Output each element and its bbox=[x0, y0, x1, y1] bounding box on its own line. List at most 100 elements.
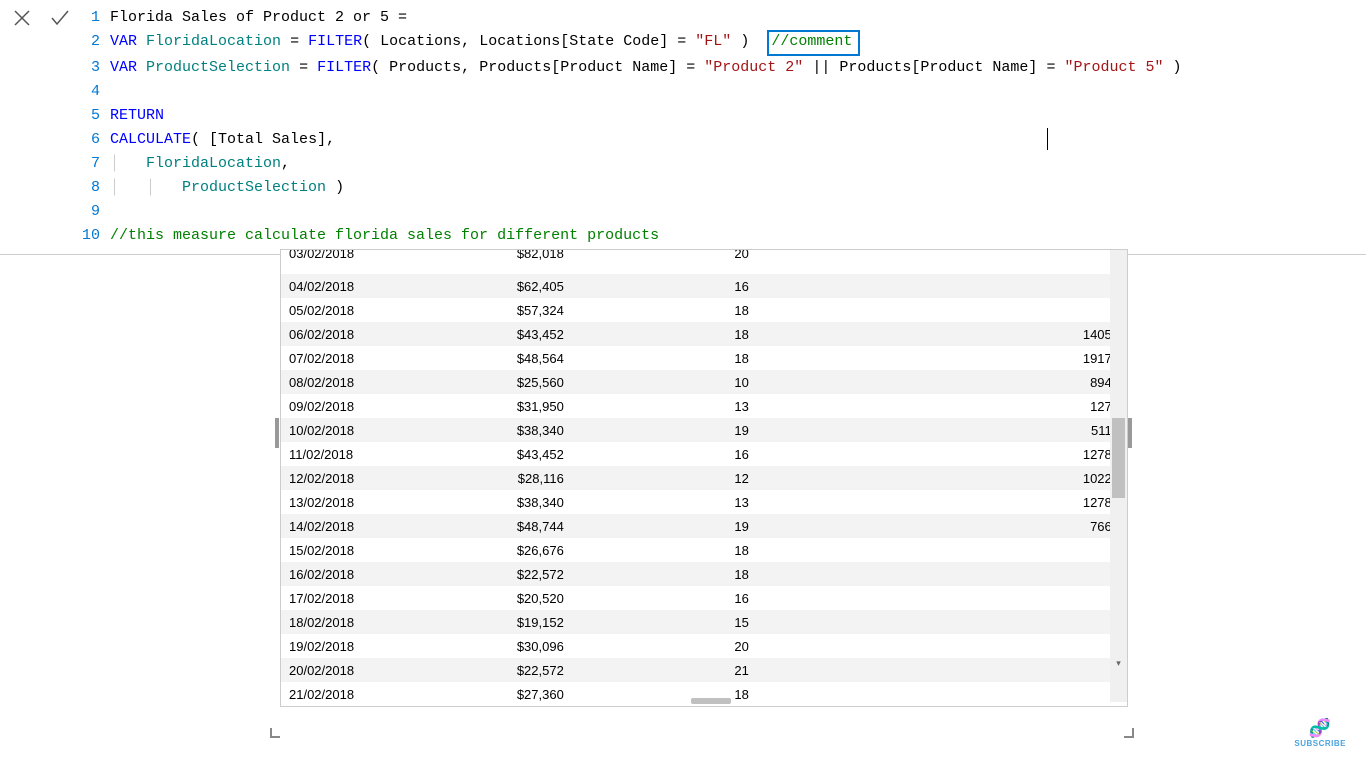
table-row[interactable]: 03/02/2018$82,01820 bbox=[281, 250, 1127, 274]
cell-date: 11/02/2018 bbox=[281, 442, 426, 466]
cell-qty: 13 bbox=[572, 394, 757, 418]
cell-date: 13/02/2018 bbox=[281, 490, 426, 514]
cell-amount bbox=[995, 538, 1127, 562]
cell-spacer bbox=[757, 274, 995, 298]
cell-date: 17/02/2018 bbox=[281, 586, 426, 610]
cell-date: 06/02/2018 bbox=[281, 322, 426, 346]
line-number: 10 bbox=[82, 224, 110, 248]
table-row[interactable]: 19/02/2018$30,09620 bbox=[281, 634, 1127, 658]
cell-sales: $30,096 bbox=[426, 634, 571, 658]
cell-qty: 10 bbox=[572, 370, 757, 394]
cell-amount: 14058 bbox=[995, 322, 1127, 346]
data-table: 03/02/2018$82,0182004/02/2018$62,4051605… bbox=[281, 250, 1127, 706]
cell-sales: $48,564 bbox=[426, 346, 571, 370]
cell-amount: 19170 bbox=[995, 346, 1127, 370]
table-locations: Locations bbox=[380, 33, 461, 50]
cell-sales: $43,452 bbox=[426, 322, 571, 346]
table-row[interactable]: 08/02/2018$25,560108946 bbox=[281, 370, 1127, 394]
line-number: 5 bbox=[82, 104, 110, 128]
cell-sales: $20,520 bbox=[426, 586, 571, 610]
cell-amount: 12780 bbox=[995, 442, 1127, 466]
cell-amount bbox=[995, 562, 1127, 586]
cell-sales: $31,950 bbox=[426, 394, 571, 418]
resize-handle-left[interactable] bbox=[275, 418, 279, 448]
horizontal-scrollbar-thumb[interactable] bbox=[691, 698, 731, 704]
cell-spacer bbox=[757, 442, 995, 466]
cell-qty: 18 bbox=[572, 298, 757, 322]
cell-date: 12/02/2018 bbox=[281, 466, 426, 490]
table-row[interactable]: 11/02/2018$43,4521612780 bbox=[281, 442, 1127, 466]
table-visual[interactable]: 03/02/2018$82,0182004/02/2018$62,4051605… bbox=[280, 249, 1128, 707]
dax-code-editor[interactable]: 1 Florida Sales of Product 2 or 5 = 2 VA… bbox=[82, 0, 1366, 254]
line-number: 8 bbox=[82, 176, 110, 200]
table-row[interactable]: 10/02/2018$38,340195112 bbox=[281, 418, 1127, 442]
cell-date: 20/02/2018 bbox=[281, 658, 426, 682]
commit-button[interactable] bbox=[50, 8, 70, 28]
cancel-button[interactable] bbox=[12, 8, 32, 28]
scrollbar-thumb[interactable] bbox=[1112, 418, 1125, 498]
cell-sales: $28,116 bbox=[426, 466, 571, 490]
table-row[interactable]: 13/02/2018$38,3401312780 bbox=[281, 490, 1127, 514]
cell-date: 15/02/2018 bbox=[281, 538, 426, 562]
table-row[interactable]: 15/02/2018$26,67618 bbox=[281, 538, 1127, 562]
cell-amount bbox=[995, 658, 1127, 682]
table-row[interactable]: 16/02/2018$22,57218 bbox=[281, 562, 1127, 586]
cell-amount: 5112 bbox=[995, 418, 1127, 442]
cell-date: 19/02/2018 bbox=[281, 634, 426, 658]
cell-qty: 18 bbox=[572, 562, 757, 586]
cell-qty: 20 bbox=[572, 250, 757, 274]
horizontal-scrollbar[interactable] bbox=[281, 696, 1110, 706]
table-row[interactable]: 07/02/2018$48,5641819170 bbox=[281, 346, 1127, 370]
cell-date: 14/02/2018 bbox=[281, 514, 426, 538]
arg-product: ProductSelection bbox=[182, 179, 326, 196]
cell-amount: 10224 bbox=[995, 466, 1127, 490]
subscribe-badge: 🧬 SUBSCRIBE bbox=[1294, 718, 1346, 748]
vertical-scrollbar[interactable] bbox=[1110, 250, 1127, 702]
cell-amount bbox=[995, 250, 1127, 274]
col-product-name-1: Products[Product Name] bbox=[479, 59, 677, 76]
resize-corner-bottom-left[interactable] bbox=[270, 728, 280, 738]
text-cursor bbox=[1047, 128, 1048, 150]
table-row[interactable]: 20/02/2018$22,57221 bbox=[281, 658, 1127, 682]
cell-amount bbox=[995, 634, 1127, 658]
var-product: ProductSelection bbox=[146, 59, 290, 76]
table-row[interactable]: 17/02/2018$20,52016 bbox=[281, 586, 1127, 610]
cell-date: 18/02/2018 bbox=[281, 610, 426, 634]
table-row[interactable]: 09/02/2018$31,95013 1278 bbox=[281, 394, 1127, 418]
line-number: 9 bbox=[82, 200, 110, 224]
cell-qty: 16 bbox=[572, 442, 757, 466]
inline-comment: //comment bbox=[771, 33, 852, 50]
cell-sales: $57,324 bbox=[426, 298, 571, 322]
cell-date: 09/02/2018 bbox=[281, 394, 426, 418]
dna-icon: 🧬 bbox=[1294, 718, 1346, 739]
resize-corner-bottom-right[interactable] bbox=[1124, 728, 1134, 738]
subscribe-label: SUBSCRIBE bbox=[1294, 739, 1346, 748]
line-number: 2 bbox=[82, 30, 110, 56]
cell-spacer bbox=[757, 538, 995, 562]
line-number: 4 bbox=[82, 80, 110, 104]
cell-qty: 16 bbox=[572, 586, 757, 610]
cell-spacer bbox=[757, 298, 995, 322]
cell-sales: $26,676 bbox=[426, 538, 571, 562]
table-row[interactable]: 12/02/2018$28,1161210224 bbox=[281, 466, 1127, 490]
cell-spacer bbox=[757, 610, 995, 634]
table-row[interactable]: 06/02/2018$43,4521814058 bbox=[281, 322, 1127, 346]
val-product2: "Product 2" bbox=[704, 59, 803, 76]
cell-spacer bbox=[757, 394, 995, 418]
val-product5: "Product 5" bbox=[1064, 59, 1163, 76]
cell-qty: 18 bbox=[572, 346, 757, 370]
cell-qty: 16 bbox=[572, 274, 757, 298]
table-row[interactable]: 04/02/2018$62,40516 bbox=[281, 274, 1127, 298]
table-row[interactable]: 05/02/2018$57,32418 bbox=[281, 298, 1127, 322]
formula-actions bbox=[0, 0, 82, 254]
resize-handle-right[interactable] bbox=[1128, 418, 1132, 448]
table-row[interactable]: 14/02/2018$48,744197668 bbox=[281, 514, 1127, 538]
cell-sales: $19,152 bbox=[426, 610, 571, 634]
table-row[interactable]: 18/02/2018$19,15215 bbox=[281, 610, 1127, 634]
cell-amount bbox=[995, 274, 1127, 298]
arg-florida: FloridaLocation bbox=[146, 155, 281, 172]
col-product-name-2: Products[Product Name] bbox=[839, 59, 1037, 76]
cell-qty: 19 bbox=[572, 514, 757, 538]
cell-amount: 1278 bbox=[995, 394, 1127, 418]
scrollbar-down-button[interactable]: ▾ bbox=[1110, 655, 1127, 672]
